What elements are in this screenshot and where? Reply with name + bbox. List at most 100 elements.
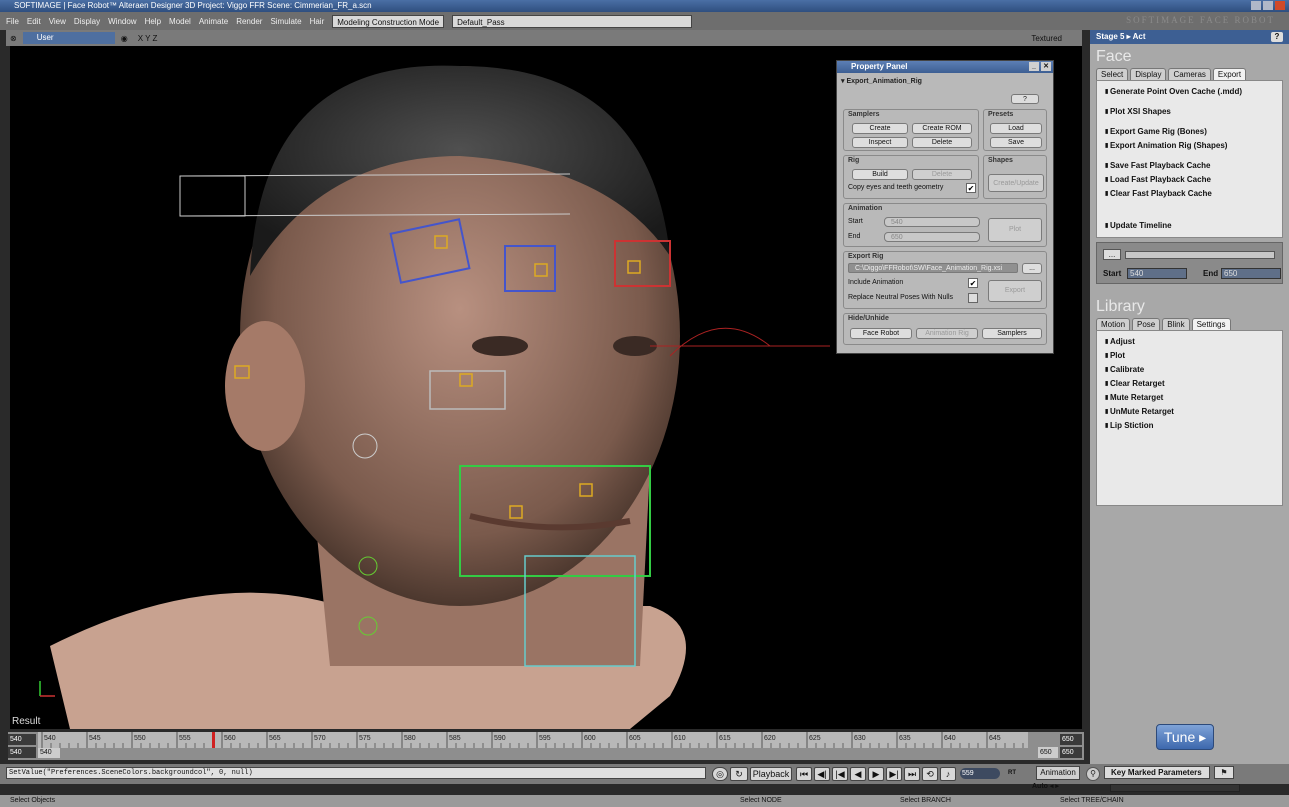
list-item[interactable]: UnMute Retarget xyxy=(1105,405,1274,419)
list-item[interactable]: Lip Stiction xyxy=(1105,419,1274,433)
minimize-icon[interactable] xyxy=(1251,1,1261,10)
plot-animation-button[interactable]: Plot xyxy=(988,218,1042,242)
render-pass-combo[interactable]: Default_Pass xyxy=(452,14,693,28)
list-item[interactable]: Update Timeline xyxy=(1105,219,1274,233)
key-options-icon[interactable]: ⚑ xyxy=(1214,766,1234,779)
last-frame-icon[interactable]: ⏭ xyxy=(904,767,920,781)
load-preset-button[interactable]: Load xyxy=(990,123,1042,134)
list-item[interactable]: Save Fast Playback Cache xyxy=(1105,159,1274,173)
maximize-icon[interactable] xyxy=(1263,1,1273,10)
property-panel-title-bar[interactable]: Property Panel _ ✕ xyxy=(837,61,1053,73)
menu-render[interactable]: Render xyxy=(236,17,262,26)
tab-display[interactable]: Display xyxy=(1130,68,1167,80)
browse-path-button[interactable]: ... xyxy=(1022,263,1042,274)
close-icon[interactable] xyxy=(1275,1,1285,10)
menu-help[interactable]: Help xyxy=(145,17,161,26)
timeline-global-end-field[interactable]: 650 xyxy=(1060,747,1082,758)
tab-select[interactable]: Select xyxy=(1096,68,1129,80)
play-back-icon[interactable]: ◀ xyxy=(850,767,866,781)
copy-eyes-checkbox[interactable]: ✔ xyxy=(966,183,976,193)
key-slider[interactable] xyxy=(1110,784,1240,792)
play-icon[interactable]: ▶ xyxy=(868,767,884,781)
current-frame-field[interactable]: 559 xyxy=(960,768,1000,779)
timeline-range-end[interactable]: 650 xyxy=(1038,747,1058,758)
list-item[interactable]: Adjust xyxy=(1105,335,1274,349)
viewport-menu-icon[interactable]: ⊗ xyxy=(10,34,17,43)
list-item[interactable]: Load Fast Playback Cache xyxy=(1105,173,1274,187)
list-item[interactable]: Plot XSI Shapes xyxy=(1105,105,1274,119)
tab-settings[interactable]: Settings xyxy=(1191,318,1231,330)
include-animation-checkbox[interactable]: ✔ xyxy=(968,278,978,288)
tune-button[interactable]: Tune ▸ xyxy=(1156,724,1214,750)
tab-cameras[interactable]: Cameras xyxy=(1168,68,1211,80)
loop-playback-icon[interactable]: ⟲ xyxy=(922,767,938,781)
playback-button[interactable]: Playback xyxy=(750,767,792,781)
axis-buttons[interactable]: X Y Z xyxy=(138,34,158,43)
list-item[interactable]: Generate Point Oven Cache (.mdd) xyxy=(1105,85,1274,99)
menu-animate[interactable]: Animate xyxy=(199,17,228,26)
menu-hair[interactable]: Hair xyxy=(310,17,325,26)
save-preset-button[interactable]: Save xyxy=(990,137,1042,148)
auto-key-label[interactable]: Auto xyxy=(1032,783,1048,790)
hide-face-robot-button[interactable]: Face Robot xyxy=(850,328,912,339)
first-frame-icon[interactable]: ⏮ xyxy=(796,767,812,781)
range-slider[interactable] xyxy=(1125,251,1275,259)
list-item[interactable]: Export Animation Rig (Shapes) xyxy=(1105,139,1274,153)
next-key-icon[interactable]: ▶| xyxy=(886,767,902,781)
script-command-input[interactable]: SetValue("Preferences.SceneColors.backgr… xyxy=(6,767,706,779)
construction-mode-combo[interactable]: Modeling Construction Mode xyxy=(332,14,445,28)
range-menu-button[interactable]: ... xyxy=(1103,249,1121,260)
timeline-ruler[interactable]: 540 545 550 555 560 565 570 575 580 585 590 595 600 6… xyxy=(38,732,1028,748)
menu-view[interactable]: View xyxy=(49,17,66,26)
timeline-start-field[interactable]: 540 xyxy=(8,734,36,745)
realtime-label[interactable]: RT xyxy=(1008,770,1016,776)
stage-bar[interactable]: Stage 5 ▸ Act ? xyxy=(1090,30,1289,44)
display-mode-combo[interactable]: Textured xyxy=(1031,34,1062,43)
next-key-arrow-icon[interactable]: ▸ xyxy=(1055,783,1059,790)
pp-minimize-icon[interactable]: _ xyxy=(1029,62,1039,71)
export-path-field[interactable]: C:\Diggo\FFRobot\SW\Face_Animation_Rig.x… xyxy=(848,263,1018,273)
menu-display[interactable]: Display xyxy=(74,17,100,26)
view-combo[interactable]: User xyxy=(22,32,115,44)
list-item[interactable]: Calibrate xyxy=(1105,363,1274,377)
menu-edit[interactable]: Edit xyxy=(27,17,41,26)
audio-icon[interactable]: ♪ xyxy=(940,767,956,781)
list-item[interactable]: Clear Fast Playback Cache xyxy=(1105,187,1274,201)
tab-export[interactable]: Export xyxy=(1212,68,1247,80)
hide-animation-rig-button[interactable]: Animation Rig xyxy=(916,328,978,339)
loop-icon[interactable]: ↻ xyxy=(730,767,748,781)
range-end-field[interactable]: 650 xyxy=(1221,268,1281,279)
stage-help-button[interactable]: ? xyxy=(1271,32,1283,42)
list-item[interactable]: Mute Retarget xyxy=(1105,391,1274,405)
menu-window[interactable]: Window xyxy=(108,17,136,26)
timeline[interactable]: 540 540 540 540 545 550 555 560 565 570 575 580 5… xyxy=(8,732,1084,760)
anim-start-field[interactable]: 540 xyxy=(884,217,980,227)
tab-blink[interactable]: Blink xyxy=(1162,318,1190,330)
replace-neutral-checkbox[interactable] xyxy=(968,293,978,303)
inspect-button[interactable]: Inspect xyxy=(852,137,908,148)
key-marked-parameters-button[interactable]: Key Marked Parameters xyxy=(1104,766,1210,779)
key-icon[interactable]: ⚲ xyxy=(1086,767,1100,781)
animation-button[interactable]: Animation xyxy=(1036,766,1080,780)
pp-help-button[interactable]: ? xyxy=(1011,94,1039,104)
range-start-field[interactable]: 540 xyxy=(1127,268,1187,279)
list-item[interactable]: Clear Retarget xyxy=(1105,377,1274,391)
prev-key-icon[interactable]: ◀| xyxy=(814,767,830,781)
timeline-range-start[interactable]: 540 xyxy=(38,747,60,758)
delete-sampler-button[interactable]: Delete xyxy=(912,137,972,148)
create-update-shapes-button[interactable]: Create/Update xyxy=(988,174,1044,192)
step-back-icon[interactable]: |◀ xyxy=(832,767,848,781)
menu-simulate[interactable]: Simulate xyxy=(270,17,301,26)
tab-pose[interactable]: Pose xyxy=(1132,318,1161,330)
pp-close-icon[interactable]: ✕ xyxy=(1041,62,1051,71)
export-rig-button[interactable]: Export xyxy=(988,280,1042,302)
hide-samplers-button[interactable]: Samplers xyxy=(982,328,1042,339)
build-rig-button[interactable]: Build xyxy=(852,169,908,180)
list-item[interactable]: Export Game Rig (Bones) xyxy=(1105,125,1274,139)
camera-icon[interactable]: ◉ xyxy=(121,34,128,43)
tab-motion[interactable]: Motion xyxy=(1096,318,1131,330)
anim-end-field[interactable]: 650 xyxy=(884,232,980,242)
delete-rig-button[interactable]: Delete xyxy=(912,169,972,180)
create-rom-button[interactable]: Create ROM xyxy=(912,123,972,134)
script-editor-icon[interactable]: ◎ xyxy=(712,767,728,781)
